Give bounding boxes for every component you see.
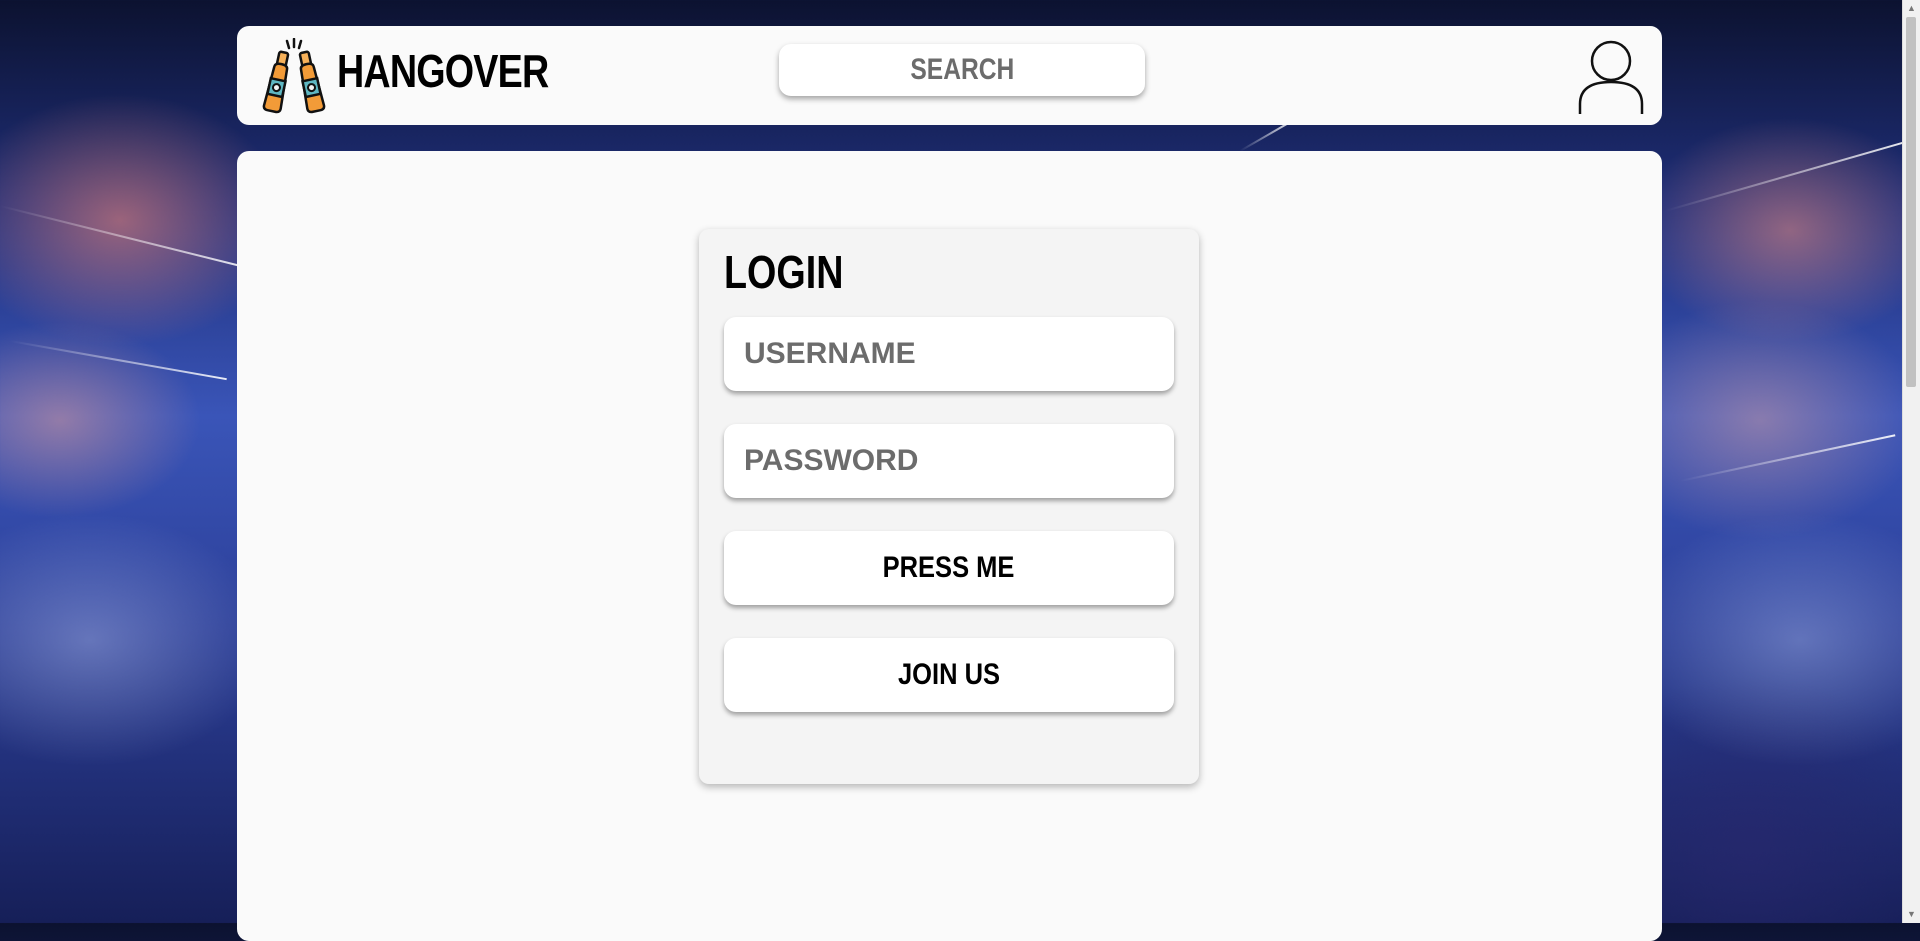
user-profile-icon[interactable] xyxy=(1576,38,1646,116)
page-scrollbar[interactable]: ▲ ▼ xyxy=(1902,0,1920,923)
username-field-wrapper xyxy=(724,317,1174,391)
login-submit-button[interactable]: PRESS ME xyxy=(724,531,1174,605)
scroll-thumb[interactable] xyxy=(1906,17,1916,387)
login-submit-label: PRESS ME xyxy=(883,551,1015,584)
join-us-button[interactable]: JOIN US xyxy=(724,638,1174,712)
password-field-wrapper xyxy=(724,424,1174,498)
main-content-panel: LOGIN PRESS ME JOIN US xyxy=(237,151,1662,941)
beer-bottles-logo-icon[interactable] xyxy=(259,38,329,114)
top-navbar: HANGOVER SEARCH xyxy=(237,26,1662,125)
scroll-down-icon[interactable]: ▼ xyxy=(1903,906,1920,923)
login-title: LOGIN xyxy=(724,246,844,298)
username-input[interactable] xyxy=(724,317,1174,391)
sky-streak xyxy=(0,205,253,270)
sky-streak xyxy=(1664,141,1906,212)
search-label: SEARCH xyxy=(910,53,1014,86)
scroll-up-icon[interactable]: ▲ xyxy=(1903,0,1920,17)
login-card: LOGIN PRESS ME JOIN US xyxy=(699,229,1199,784)
search-bar[interactable]: SEARCH xyxy=(779,44,1145,96)
sky-streak xyxy=(1679,434,1896,482)
sky-streak xyxy=(9,340,227,381)
password-input[interactable] xyxy=(724,424,1174,498)
join-us-label: JOIN US xyxy=(897,658,1001,691)
brand-name[interactable]: HANGOVER xyxy=(337,44,549,98)
